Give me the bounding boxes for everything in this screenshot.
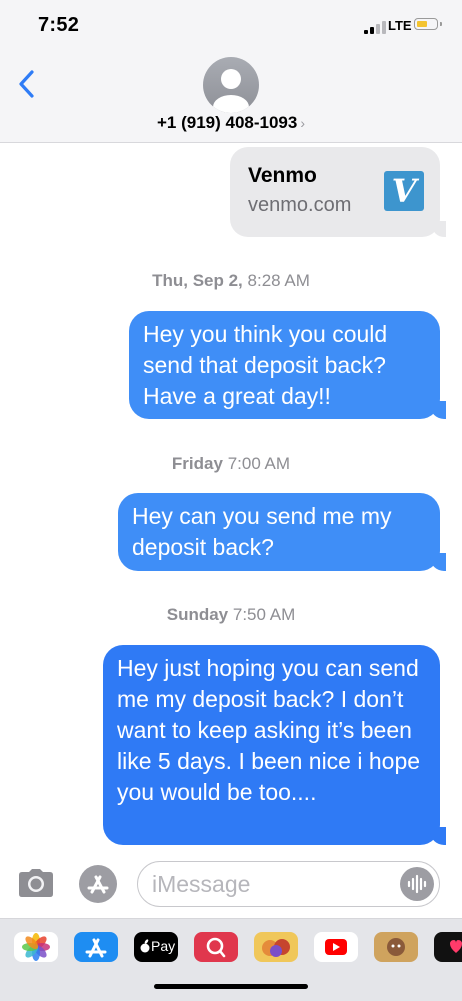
apple-pay-label: Pay [151, 938, 176, 954]
status-time: 7:52 [38, 14, 80, 36]
waveform-icon [407, 874, 427, 894]
message-input[interactable]: iMessage [137, 861, 440, 907]
message-bubble[interactable]: Hey you think you could send that deposi… [129, 311, 446, 419]
photos-app-button[interactable] [14, 932, 58, 962]
search-images-icon [206, 937, 226, 958]
image-search-app-button[interactable] [194, 932, 238, 962]
chevron-left-icon [19, 70, 34, 98]
photos-icon [22, 933, 50, 961]
conversation-header: 7:52 LTE +1 (919) 408-1093 › [0, 0, 462, 143]
timestamp: Sunday 7:50 AM [166, 605, 296, 624]
memoji-stickers-icon [262, 939, 290, 957]
bubble-tail [432, 221, 446, 237]
contact-name-button[interactable]: +1 (919) 408-1093 › [0, 113, 462, 133]
timestamp: Friday 7:00 AM [171, 454, 291, 473]
venmo-link-preview[interactable]: Venmo venmo.com V [230, 147, 446, 237]
chevron-right-icon: › [300, 115, 306, 131]
back-button[interactable] [16, 66, 40, 102]
contact-avatar[interactable] [203, 57, 259, 113]
message-text: Hey just hoping you can send me my depos… [117, 655, 421, 805]
apps-button[interactable] [79, 865, 117, 903]
venmo-logo-icon: V [384, 171, 424, 211]
digital-touch-app-button[interactable] [434, 932, 462, 962]
bubble-tail [430, 553, 446, 571]
youtube-app-button[interactable] [314, 932, 358, 962]
signal-icon [364, 20, 386, 34]
message-text: Hey can you send me my deposit back? [132, 503, 392, 560]
memoji-icon [387, 938, 405, 956]
camera-button[interactable] [18, 868, 54, 898]
network-label: LTE [388, 18, 412, 33]
app-store-app-button[interactable] [74, 932, 118, 962]
audio-message-button[interactable] [400, 867, 434, 901]
memoji-app-button[interactable] [374, 932, 418, 962]
message-text: Hey you think you could send that deposi… [143, 321, 388, 409]
contact-name: +1 (919) 408-1093 [156, 113, 298, 132]
home-indicator [154, 984, 308, 989]
app-store-icon [85, 938, 107, 958]
battery-icon [414, 18, 442, 30]
message-bubble[interactable]: Hey can you send me my deposit back? [118, 493, 446, 571]
app-store-icon [87, 875, 109, 894]
camera-icon [19, 869, 53, 897]
youtube-icon [325, 939, 347, 955]
memoji-stickers-app-button[interactable] [254, 932, 298, 962]
bubble-tail [430, 827, 446, 845]
digital-touch-icon [450, 940, 462, 953]
timestamp: Thu, Sep 2, 8:28 AM [152, 271, 310, 290]
person-icon [213, 69, 249, 113]
bubble-tail [430, 401, 446, 419]
message-placeholder: iMessage [152, 871, 251, 897]
apple-pay-app-button[interactable]: Pay [134, 932, 178, 962]
message-bubble[interactable]: Hey just hoping you can send me my depos… [103, 645, 446, 845]
